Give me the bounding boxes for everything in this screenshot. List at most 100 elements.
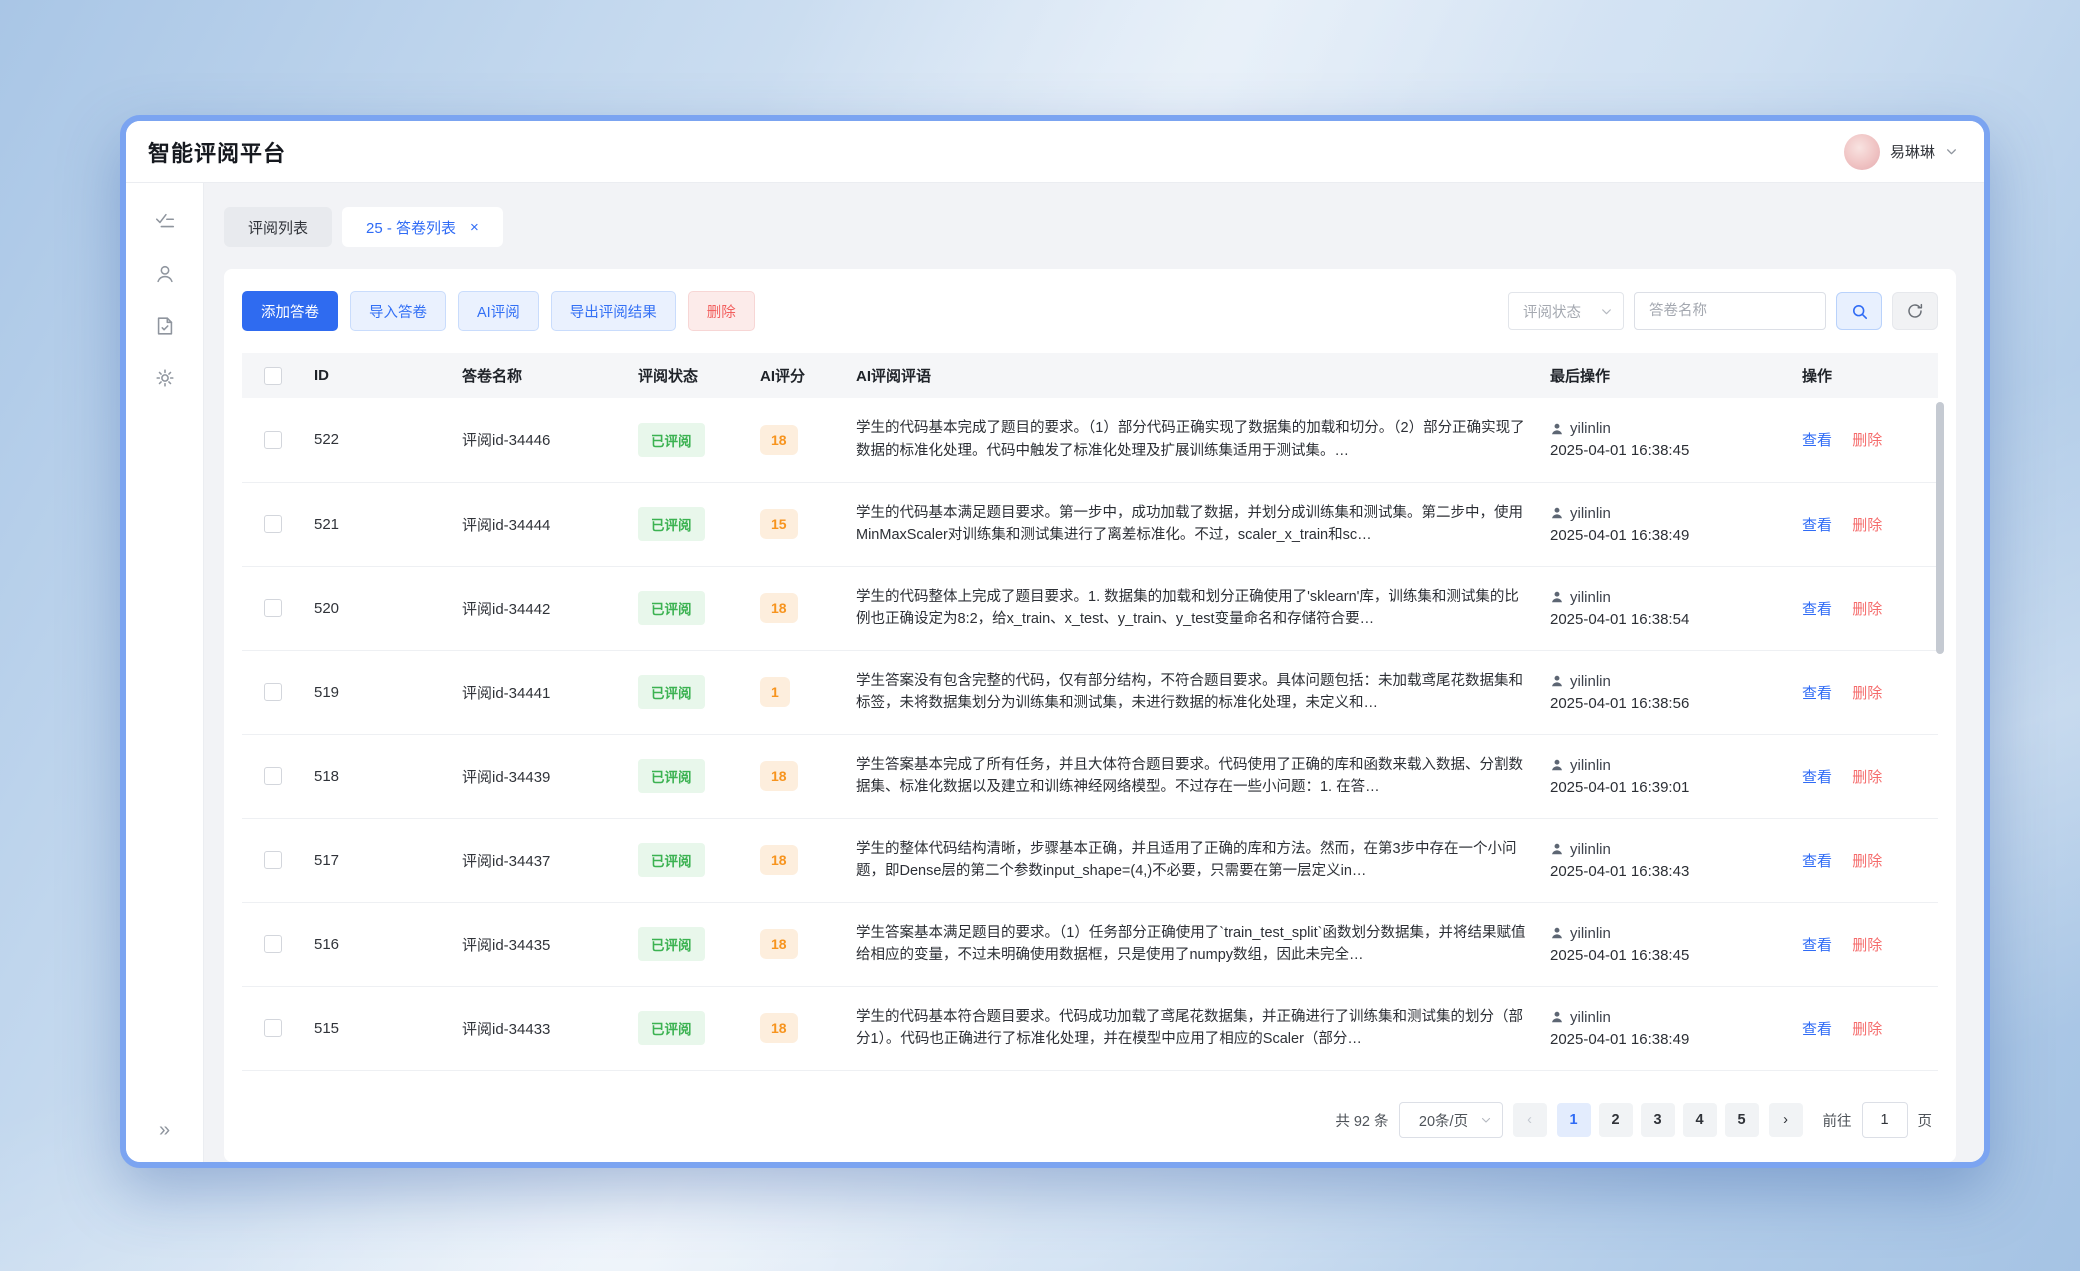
score-badge: 18 xyxy=(760,1013,798,1043)
delete-link[interactable]: 删除 xyxy=(1852,769,1882,786)
row-checkbox[interactable] xyxy=(264,935,282,953)
cell-timestamp: 2025-04-01 16:38:49 xyxy=(1550,1031,1782,1048)
select-all-checkbox[interactable] xyxy=(264,367,282,385)
user-icon xyxy=(1550,674,1564,688)
page-button-1[interactable]: 1 xyxy=(1557,1103,1591,1137)
status-badge: 已评阅 xyxy=(638,759,705,793)
table-row: 522 评阅id-34446 已评阅 18 学生的代码基本完成了题目的要求。（1… xyxy=(242,398,1938,482)
page-buttons: 12345 xyxy=(1557,1103,1759,1137)
delete-link[interactable]: 删除 xyxy=(1852,937,1882,954)
search-button[interactable] xyxy=(1836,292,1882,330)
tab-close-icon[interactable]: × xyxy=(470,219,479,236)
cell-operator: yilinlin xyxy=(1570,589,1611,606)
status-badge: 已评阅 xyxy=(638,1011,705,1045)
cell-comment: 学生的代码整体上完成了题目要求。1. 数据集的加载和划分正确使用了'sklear… xyxy=(856,586,1530,631)
export-results-button[interactable]: 导出评阅结果 xyxy=(551,291,676,331)
chevron-down-icon xyxy=(1600,305,1613,318)
main-area: 评阅列表 25 - 答卷列表 × 添加答卷 导入答卷 AI评阅 导出评阅结果 删… xyxy=(204,183,1984,1162)
delete-link[interactable]: 删除 xyxy=(1852,1021,1882,1038)
col-header-name: 答卷名称 xyxy=(452,353,628,398)
add-answer-button[interactable]: 添加答卷 xyxy=(242,291,338,331)
prev-page-button[interactable]: ‹ xyxy=(1513,1103,1547,1137)
view-link[interactable]: 查看 xyxy=(1802,685,1832,702)
cell-operator: yilinlin xyxy=(1570,505,1611,522)
cell-name: 评阅id-34437 xyxy=(452,818,628,902)
view-link[interactable]: 查看 xyxy=(1802,517,1832,534)
user-icon xyxy=(1550,590,1564,604)
sidebar: » xyxy=(126,183,204,1162)
cell-id: 519 xyxy=(304,650,452,734)
cell-timestamp: 2025-04-01 16:39:01 xyxy=(1550,779,1782,796)
cell-name: 评阅id-34433 xyxy=(452,986,628,1070)
user-menu[interactable]: 易琳琳 xyxy=(1844,134,1958,170)
row-checkbox[interactable] xyxy=(264,1019,282,1037)
view-link[interactable]: 查看 xyxy=(1802,937,1832,954)
user-icon[interactable] xyxy=(154,263,176,285)
table-row: 518 评阅id-34439 已评阅 18 学生答案基本完成了所有任务，并且大体… xyxy=(242,734,1938,818)
refresh-button[interactable] xyxy=(1892,292,1938,330)
cell-comment: 学生的代码基本满足题目要求。第一步中，成功加载了数据，并划分成训练集和测试集。第… xyxy=(856,502,1530,547)
table-row: 517 评阅id-34437 已评阅 18 学生的整体代码结构清晰，步骤基本正确… xyxy=(242,818,1938,902)
col-header-comment: AI评阅评语 xyxy=(846,353,1540,398)
cell-id: 517 xyxy=(304,818,452,902)
table-row: 520 评阅id-34442 已评阅 18 学生的代码整体上完成了题目要求。1.… xyxy=(242,566,1938,650)
review-status-select[interactable]: 评阅状态 xyxy=(1508,292,1624,330)
col-header-id: ID xyxy=(304,353,452,398)
avatar[interactable] xyxy=(1844,134,1880,170)
import-answer-button[interactable]: 导入答卷 xyxy=(350,291,446,331)
score-badge: 1 xyxy=(760,677,790,707)
delete-link[interactable]: 删除 xyxy=(1852,517,1882,534)
score-badge: 18 xyxy=(760,845,798,875)
cell-timestamp: 2025-04-01 16:38:49 xyxy=(1550,527,1782,544)
cell-name: 评阅id-34446 xyxy=(452,398,628,482)
page-button-3[interactable]: 3 xyxy=(1641,1103,1675,1137)
row-checkbox[interactable] xyxy=(264,431,282,449)
delete-link[interactable]: 删除 xyxy=(1852,853,1882,870)
status-badge: 已评阅 xyxy=(638,927,705,961)
table-row: 521 评阅id-34444 已评阅 15 学生的代码基本满足题目要求。第一步中… xyxy=(242,482,1938,566)
view-link[interactable]: 查看 xyxy=(1802,853,1832,870)
page-button-5[interactable]: 5 xyxy=(1725,1103,1759,1137)
view-link[interactable]: 查看 xyxy=(1802,769,1832,786)
settings-gear-icon[interactable] xyxy=(154,367,176,389)
cell-name: 评阅id-34442 xyxy=(452,566,628,650)
cell-comment: 学生的整体代码结构清晰，步骤基本正确，并且适用了正确的库和方法。然而，在第3步中… xyxy=(856,838,1530,883)
tab-answer-sheet-list[interactable]: 25 - 答卷列表 × xyxy=(342,207,503,247)
vertical-scrollbar-thumb[interactable] xyxy=(1936,402,1944,654)
row-checkbox[interactable] xyxy=(264,767,282,785)
view-link[interactable]: 查看 xyxy=(1802,1021,1832,1038)
document-check-icon[interactable] xyxy=(154,315,176,337)
table-header-row: ID 答卷名称 评阅状态 AI评分 AI评阅评语 最后操作 操作 xyxy=(242,353,1938,398)
page-button-4[interactable]: 4 xyxy=(1683,1103,1717,1137)
answer-sheet-table: ID 答卷名称 评阅状态 AI评分 AI评阅评语 最后操作 操作 522 评阅i… xyxy=(242,353,1938,1071)
content-card: 添加答卷 导入答卷 AI评阅 导出评阅结果 删除 评阅状态 xyxy=(224,269,1956,1162)
window-header: 智能评阅平台 易琳琳 xyxy=(126,121,1984,183)
delete-button[interactable]: 删除 xyxy=(688,291,755,331)
ai-review-button[interactable]: AI评阅 xyxy=(458,291,539,331)
review-list-icon[interactable] xyxy=(154,211,176,233)
app-window: 智能评阅平台 易琳琳 » 评阅列表 25 - 答卷列表 × xyxy=(120,115,1990,1168)
sidebar-collapse-button[interactable]: » xyxy=(151,1115,178,1146)
goto-page-input[interactable] xyxy=(1862,1102,1908,1138)
page-size-select[interactable]: 20条/页 xyxy=(1399,1102,1503,1138)
delete-link[interactable]: 删除 xyxy=(1852,601,1882,618)
table-container: ID 答卷名称 评阅状态 AI评分 AI评阅评语 最后操作 操作 522 评阅i… xyxy=(242,353,1938,1082)
status-badge: 已评阅 xyxy=(638,507,705,541)
row-checkbox[interactable] xyxy=(264,515,282,533)
cell-id: 516 xyxy=(304,902,452,986)
delete-link[interactable]: 删除 xyxy=(1852,432,1882,449)
delete-link[interactable]: 删除 xyxy=(1852,685,1882,702)
next-page-button[interactable]: › xyxy=(1769,1103,1803,1137)
row-checkbox[interactable] xyxy=(264,683,282,701)
row-checkbox[interactable] xyxy=(264,851,282,869)
row-checkbox[interactable] xyxy=(264,599,282,617)
view-link[interactable]: 查看 xyxy=(1802,601,1832,618)
page-unit-label: 页 xyxy=(1918,1110,1933,1131)
goto-label: 前往 xyxy=(1823,1110,1852,1131)
page-button-2[interactable]: 2 xyxy=(1599,1103,1633,1137)
toolbar: 添加答卷 导入答卷 AI评阅 导出评阅结果 删除 评阅状态 xyxy=(242,291,1938,331)
view-link[interactable]: 查看 xyxy=(1802,432,1832,449)
tab-review-list[interactable]: 评阅列表 xyxy=(224,207,332,247)
cell-timestamp: 2025-04-01 16:38:45 xyxy=(1550,947,1782,964)
answer-name-input[interactable] xyxy=(1634,292,1826,330)
